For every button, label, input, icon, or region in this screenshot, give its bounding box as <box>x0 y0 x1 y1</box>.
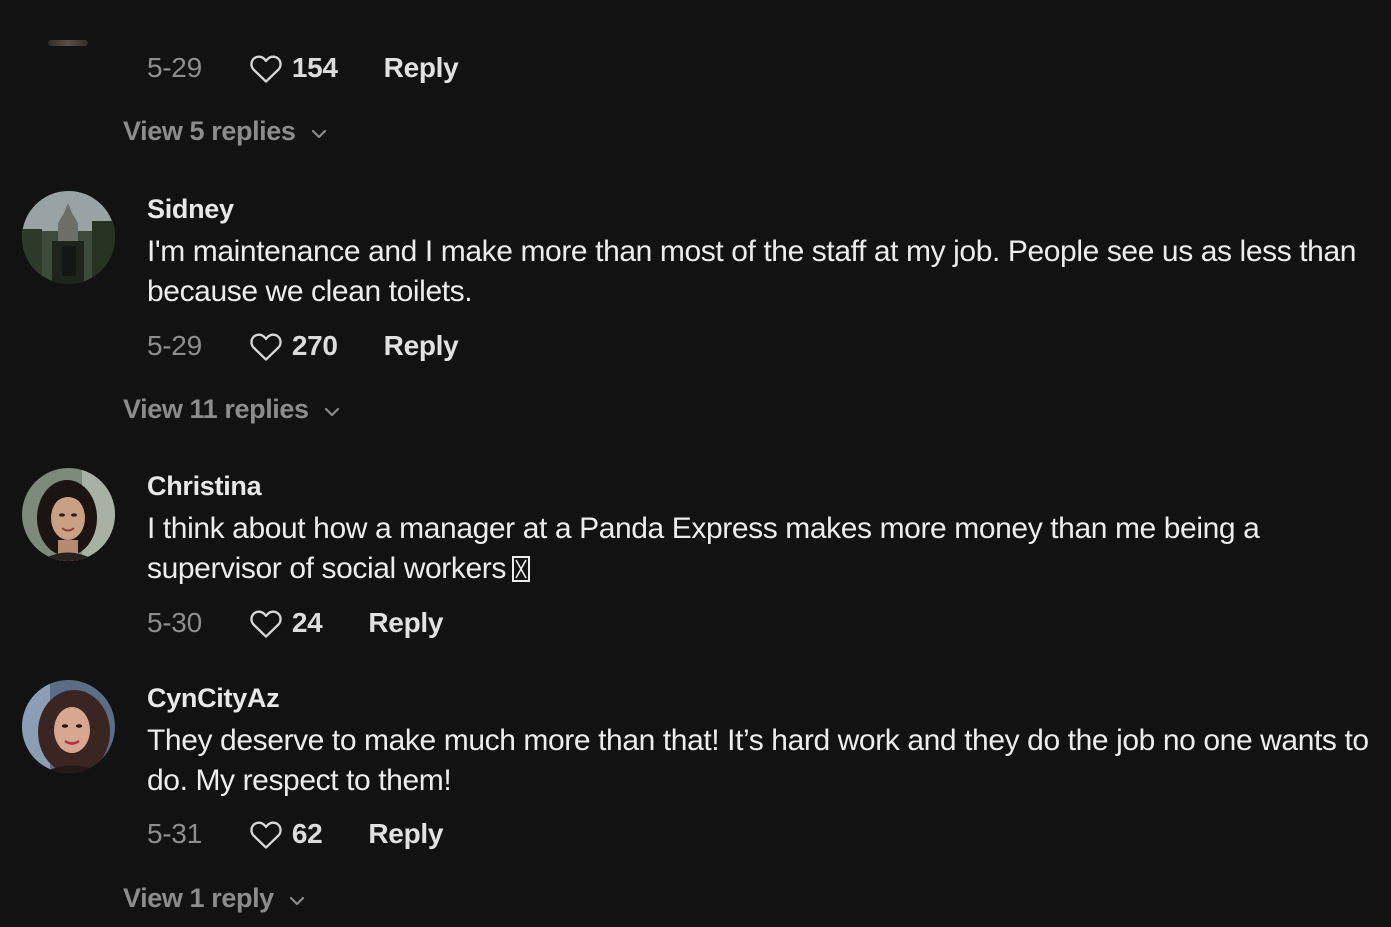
avatar-image <box>22 680 115 773</box>
view-replies-label: View 1 reply <box>123 883 274 913</box>
chevron-down-icon <box>324 407 339 416</box>
reply-button[interactable]: Reply <box>368 818 443 850</box>
heart-outline-icon <box>250 821 282 849</box>
avatar-image <box>22 191 115 284</box>
view-replies-label: View 11 replies <box>123 394 309 424</box>
likes-count: 24 <box>291 607 323 638</box>
likes-count: 270 <box>291 330 338 361</box>
like-button[interactable]: 154 <box>248 52 338 84</box>
missing-emoji-icon <box>511 556 530 582</box>
avatar[interactable] <box>22 680 115 773</box>
comment-date: 5-30 <box>147 607 202 638</box>
comments-panel: 5-29 154 Reply View 5 replies Sidney I'm… <box>0 0 1391 927</box>
comment-text: I think about how a manager at a Panda E… <box>147 509 1372 589</box>
likes-count: 62 <box>291 818 323 849</box>
like-button[interactable]: 270 <box>248 330 338 362</box>
heart-outline-icon <box>250 610 282 638</box>
comment-username[interactable]: Sidney <box>147 194 234 225</box>
comment-meta: 5-30 24 Reply <box>147 603 443 643</box>
like-button[interactable]: 62 <box>248 818 323 850</box>
avatar[interactable] <box>22 468 115 561</box>
chevron-down-icon <box>289 896 304 905</box>
avatar[interactable] <box>22 191 115 284</box>
comment-username[interactable]: Christina <box>147 471 262 502</box>
view-replies-button[interactable]: View 11 replies <box>123 394 341 425</box>
avatar[interactable] <box>48 40 88 46</box>
heart-outline-icon <box>250 333 282 361</box>
comment-meta: 5-29 154 Reply <box>147 48 459 88</box>
comment-username[interactable]: CynCityAz <box>147 683 280 714</box>
view-replies-label: View 5 replies <box>123 116 296 146</box>
avatar-image <box>22 468 115 561</box>
comment-date: 5-29 <box>147 330 202 361</box>
comment-date: 5-31 <box>147 818 202 849</box>
reply-button[interactable]: Reply <box>384 52 459 84</box>
comment-meta: 5-29 270 Reply <box>147 326 459 366</box>
like-button[interactable]: 24 <box>248 607 323 639</box>
comment-meta: 5-31 62 Reply <box>147 814 443 854</box>
comment-date: 5-29 <box>147 52 202 83</box>
likes-count: 154 <box>291 52 338 83</box>
reply-button[interactable]: Reply <box>368 607 443 639</box>
comment-text-content: I think about how a manager at a Panda E… <box>147 512 1260 585</box>
comment-text: I'm maintenance and I make more than mos… <box>147 235 1357 308</box>
reply-button[interactable]: Reply <box>384 330 459 362</box>
heart-outline-icon <box>250 55 282 83</box>
view-replies-button[interactable]: View 1 reply <box>123 883 306 914</box>
chevron-down-icon <box>311 129 326 138</box>
view-replies-button[interactable]: View 5 replies <box>123 116 328 147</box>
comment-text: They deserve to make much more than that… <box>147 724 1369 797</box>
